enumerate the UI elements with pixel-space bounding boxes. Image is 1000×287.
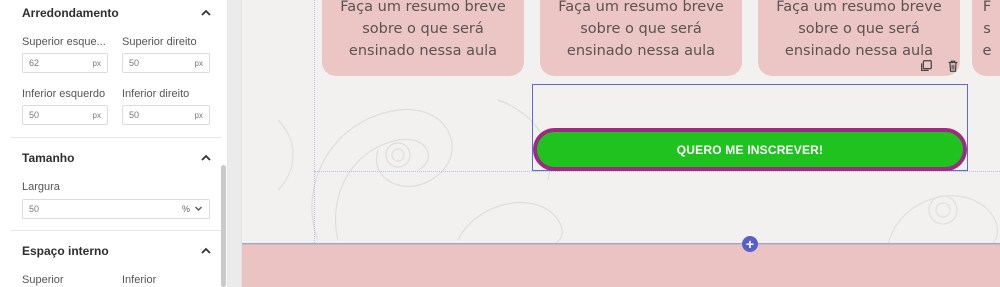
width-label: Largura [22, 181, 60, 193]
width-unit: % [181, 204, 190, 214]
properties-panel: Arredondamento Superior esque... Superio… [0, 0, 228, 287]
card-text-line: sobre o que será [362, 21, 484, 37]
top-left-radius-value: 62 [29, 58, 40, 68]
width-input[interactable]: 50 % [22, 199, 210, 219]
chevron-down-icon [194, 204, 203, 215]
bottom-left-radius-input[interactable]: 50 px [22, 105, 108, 125]
top-left-radius-label: Superior esque... [22, 36, 106, 48]
card-text-line: Faça um resumo breve [558, 0, 724, 15]
lesson-card[interactable]: F s e [972, 0, 1000, 76]
section-divider [10, 230, 222, 231]
plus-icon: + [745, 236, 755, 252]
section-divider [10, 137, 222, 138]
layout-guide-vertical [314, 0, 315, 243]
top-left-radius-unit: px [92, 58, 101, 68]
canvas-gutter [228, 0, 242, 287]
bottom-right-radius-input[interactable]: 50 px [122, 105, 210, 125]
top-left-radius-input[interactable]: 62 px [22, 53, 108, 73]
padding-top-label: Superior [22, 274, 64, 286]
layout-guide-horizontal [314, 171, 1000, 172]
bottom-left-radius-label: Inferior esquerdo [22, 88, 106, 100]
trash-icon[interactable] [944, 57, 961, 74]
card-text-line: ensinado nessa aula [348, 43, 498, 59]
next-section[interactable] [242, 244, 1000, 287]
chevron-up-icon[interactable] [200, 245, 212, 257]
top-right-radius-unit: px [194, 58, 203, 68]
element-toolbar [917, 57, 961, 74]
padding-section-title: Espaço interno [22, 244, 109, 258]
duplicate-icon[interactable] [917, 57, 934, 74]
bottom-left-radius-value: 50 [29, 110, 40, 120]
chevron-up-icon[interactable] [200, 7, 212, 19]
rounding-section-header[interactable]: Arredondamento [22, 6, 212, 20]
width-unit-select[interactable]: % [182, 204, 203, 215]
editor-root: Arredondamento Superior esque... Superio… [0, 0, 1000, 287]
lesson-card[interactable]: Faça um resumo breve sobre o que será en… [322, 0, 524, 76]
bottom-right-radius-label: Inferior direito [122, 88, 190, 100]
top-right-radius-value: 50 [129, 58, 140, 68]
size-section-title: Tamanho [22, 151, 75, 165]
size-section-header[interactable]: Tamanho [22, 151, 212, 165]
padding-section-header[interactable]: Espaço interno [22, 244, 212, 258]
padding-bottom-label: Inferior [122, 274, 157, 286]
top-right-radius-input[interactable]: 50 px [122, 53, 210, 73]
card-text-line: sobre o que será [798, 21, 920, 37]
lesson-card[interactable]: Faça um resumo breve sobre o que será en… [540, 0, 742, 76]
bottom-right-radius-unit: px [194, 110, 203, 120]
page-canvas: Faça um resumo breve sobre o que será en… [228, 0, 1000, 287]
add-section-button[interactable]: + [742, 236, 758, 252]
card-text-line: sobre o que será [580, 21, 702, 37]
card-text-line: s [983, 21, 991, 37]
card-text-line: Faça um resumo breve [340, 0, 506, 15]
rounding-section-title: Arredondamento [22, 6, 119, 20]
card-text-line: ensinado nessa aula [566, 43, 716, 59]
chevron-up-icon[interactable] [200, 152, 212, 164]
cta-button[interactable]: QUERO ME INSCREVER! [533, 128, 967, 171]
bottom-right-radius-value: 50 [129, 110, 140, 120]
card-text-line: Faça um resumo breve [776, 0, 942, 15]
top-right-radius-label: Superior direito [122, 36, 197, 48]
cta-button-label: QUERO ME INSCREVER! [676, 142, 824, 157]
card-text-line: F [982, 0, 992, 15]
card-text-line: e [982, 43, 992, 59]
panel-scrollbar[interactable] [221, 165, 226, 287]
width-value: 50 [29, 204, 40, 214]
section-boundary [242, 243, 1000, 244]
bottom-left-radius-unit: px [92, 110, 101, 120]
